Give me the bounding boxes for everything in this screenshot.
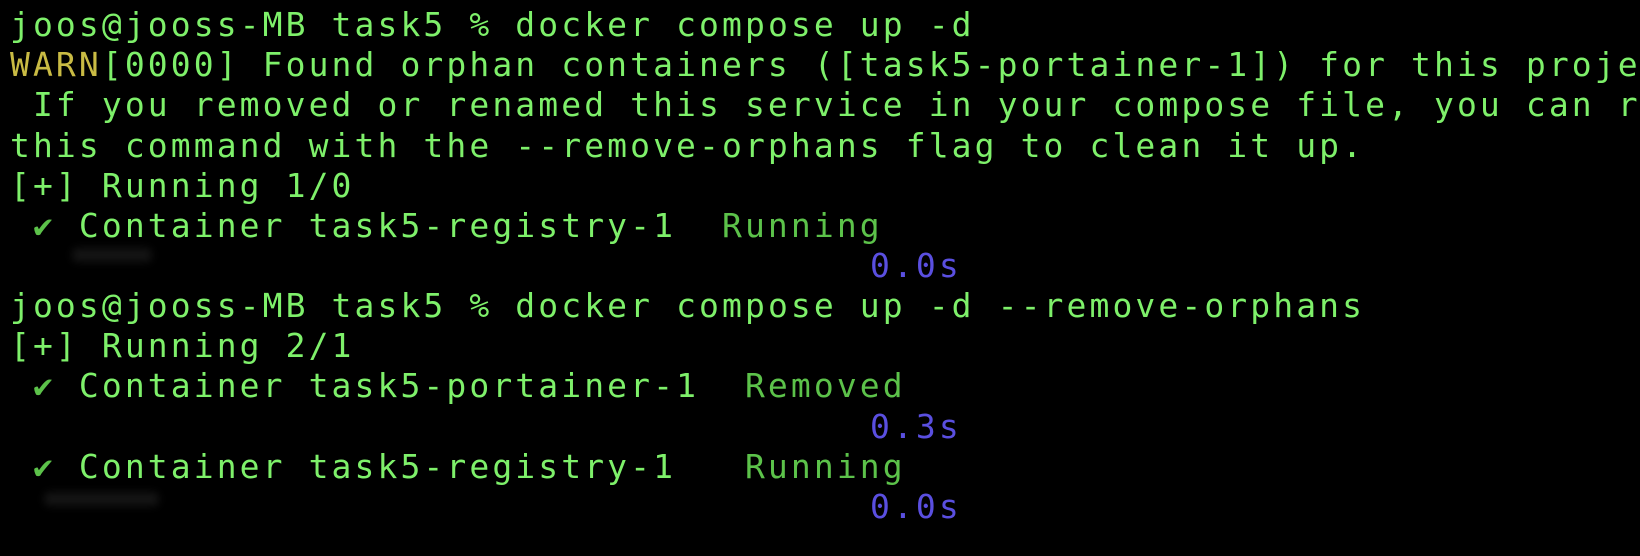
gutter	[10, 447, 33, 486]
container-status: Running	[744, 447, 906, 486]
command-text: docker compose up -d	[515, 5, 975, 44]
shell-prompt: joos@jooss-MB task5 %	[10, 5, 516, 44]
blurred-artifact	[72, 248, 152, 262]
blurred-artifact	[44, 492, 159, 506]
warning-message: [0000] Found orphan containers ([task5-p…	[101, 45, 1640, 84]
elapsed-time: 0.0s	[870, 487, 962, 526]
container-name: Container task5-registry-1	[55, 206, 722, 245]
output-text: If you removed or renamed this service i…	[10, 85, 1640, 124]
container-status: Removed	[744, 366, 906, 405]
terminal-line-output: If you removed or renamed this service i…	[10, 85, 1640, 125]
elapsed-time: 0.0s	[870, 246, 962, 285]
progress-text: [+] Running 2/1	[10, 326, 355, 365]
progress-text: [+] Running 1/0	[10, 166, 355, 205]
terminal-window[interactable]: joos@jooss-MB task5 % docker compose up …	[0, 0, 1640, 556]
gutter	[10, 366, 33, 405]
terminal-line-container-status: ✔ Container task5-registry-1 Running	[10, 447, 906, 487]
terminal-line-container-status: ✔ Container task5-registry-1 Running	[10, 206, 883, 246]
checkmark-icon: ✔	[32, 206, 56, 245]
output-text: this command with the --remove-orphans f…	[10, 126, 1366, 165]
gutter	[10, 206, 33, 245]
elapsed-time: 0.3s	[870, 407, 962, 446]
container-name: Container task5-portainer-1	[55, 366, 745, 405]
checkmark-icon: ✔	[32, 366, 56, 405]
terminal-line-command: joos@jooss-MB task5 % docker compose up …	[10, 5, 975, 45]
container-status: Running	[722, 206, 883, 245]
terminal-line-progress: [+] Running 1/0	[10, 166, 355, 206]
terminal-line-command: joos@jooss-MB task5 % docker compose up …	[10, 286, 1365, 326]
terminal-line-output: this command with the --remove-orphans f…	[10, 126, 1365, 166]
warn-label: WARN	[10, 45, 102, 84]
checkmark-icon: ✔	[32, 447, 56, 486]
terminal-line-container-status: ✔ Container task5-portainer-1 Removed	[10, 366, 906, 406]
terminal-line-warning: WARN[0000] Found orphan containers ([tas…	[10, 45, 1640, 85]
shell-prompt: joos@jooss-MB task5 %	[10, 286, 516, 325]
command-text: docker compose up -d --remove-orphans	[515, 286, 1366, 325]
container-name: Container task5-registry-1	[55, 447, 745, 486]
terminal-line-progress: [+] Running 2/1	[10, 326, 355, 366]
